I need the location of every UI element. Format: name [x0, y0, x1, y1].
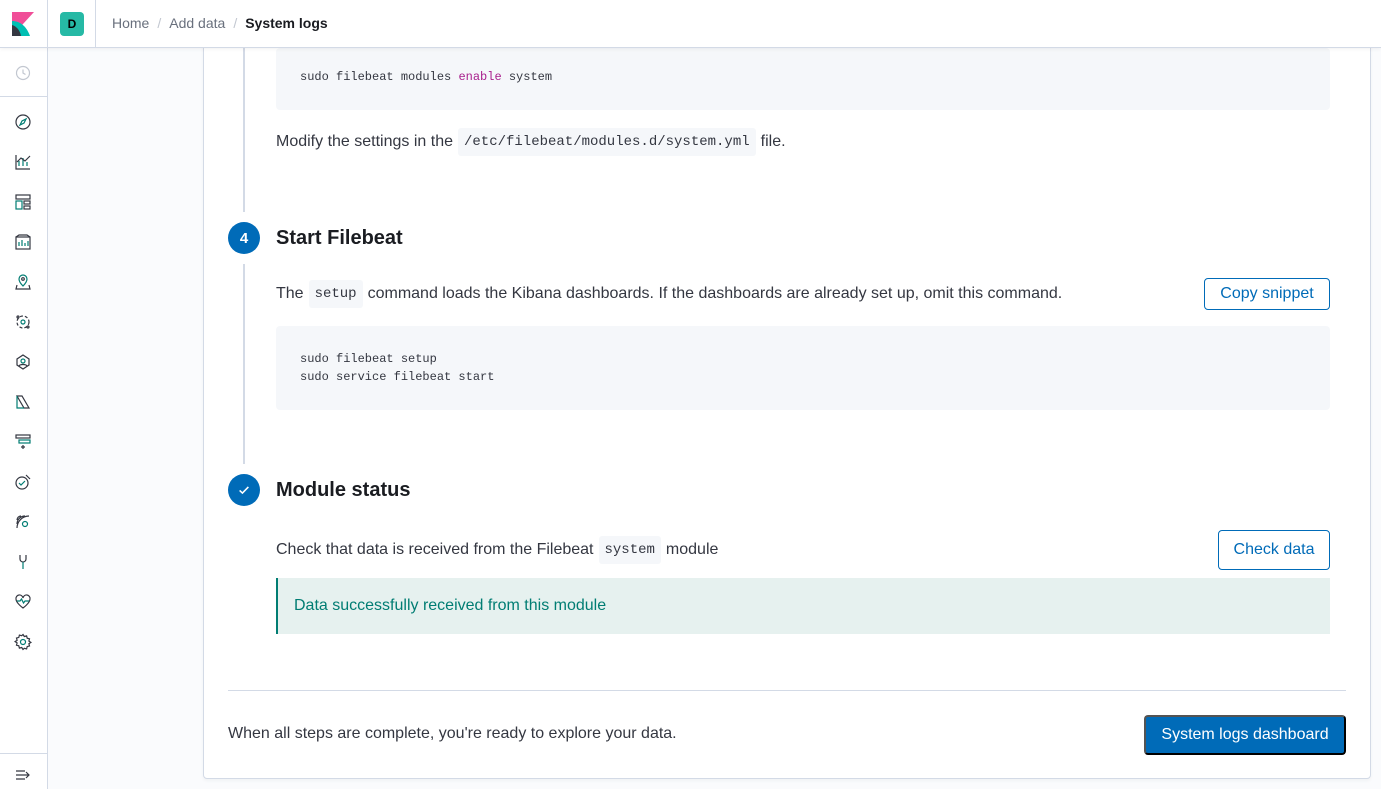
space-avatar[interactable]: D [60, 12, 84, 36]
code-argument: system [501, 70, 553, 84]
step-title-start-filebeat: Start Filebeat [276, 227, 403, 249]
breadcrumb-separator: / [157, 15, 162, 31]
success-callout: Data successfully received from this mod… [276, 578, 1330, 634]
recently-viewed-icon[interactable] [14, 64, 32, 82]
check-data-button[interactable]: Check data [1218, 530, 1330, 570]
breadcrumb-current: System logs [245, 15, 328, 31]
header-divider [95, 0, 96, 48]
copy-snippet-button[interactable]: Copy snippet [1204, 278, 1330, 310]
kibana-logo-icon[interactable] [12, 12, 34, 36]
management-icon[interactable] [14, 633, 32, 651]
side-nav [0, 48, 48, 789]
step-complete-check-icon [228, 474, 260, 506]
system-logs-dashboard-button[interactable]: System logs dashboard [1144, 715, 1346, 755]
step-description: The setup command loads the Kibana dashb… [276, 278, 1062, 310]
collapse-icon[interactable] [14, 766, 32, 784]
apm-icon[interactable] [14, 433, 32, 451]
module-status-description: Check that data is received from the Fil… [276, 534, 718, 566]
discover-icon[interactable] [14, 113, 32, 131]
code-block-start-filebeat[interactable]: sudo filebeat setup sudo service filebea… [276, 326, 1330, 410]
step-title-module-status: Module status [276, 479, 411, 501]
setup-code: setup [308, 280, 363, 308]
header-divider [47, 0, 48, 48]
code-line: sudo filebeat setup [300, 352, 437, 366]
step-number-4: 4 [228, 222, 260, 254]
metrics-icon[interactable] [14, 353, 32, 371]
code-line: sudo service filebeat start [300, 370, 495, 384]
visualize-icon[interactable] [14, 153, 32, 171]
top-header: D Home / Add data / System logs [0, 0, 1381, 48]
breadcrumb-add-data[interactable]: Add data [169, 15, 225, 31]
sidebar-divider [0, 96, 47, 97]
module-name-code: system [598, 536, 661, 564]
code-block-enable-module[interactable]: sudo filebeat modules enable system [276, 48, 1330, 110]
maps-icon[interactable] [14, 273, 32, 291]
modify-settings-text: Modify the settings in the /etc/filebeat… [276, 126, 786, 158]
dashboard-icon[interactable] [14, 193, 32, 211]
uptime-icon[interactable] [14, 473, 32, 491]
machine-learning-icon[interactable] [14, 313, 32, 331]
breadcrumb-home[interactable]: Home [112, 15, 149, 31]
config-path-code: /etc/filebeat/modules.d/system.yml [457, 128, 756, 156]
code-command: sudo filebeat modules [300, 70, 459, 84]
stack-monitoring-icon[interactable] [14, 593, 32, 611]
canvas-icon[interactable] [14, 233, 32, 251]
code-keyword: enable [458, 70, 502, 84]
breadcrumb: Home / Add data / System logs [112, 15, 328, 31]
footer-message: When all steps are complete, you're read… [228, 725, 677, 742]
step-connector [243, 48, 245, 212]
step-connector [243, 264, 245, 464]
footer-divider [228, 690, 1346, 691]
sidebar-divider [0, 753, 47, 754]
siem-icon[interactable] [14, 513, 32, 531]
logs-icon[interactable] [14, 393, 32, 411]
dev-tools-icon[interactable] [14, 553, 32, 571]
breadcrumb-separator: / [233, 15, 238, 31]
